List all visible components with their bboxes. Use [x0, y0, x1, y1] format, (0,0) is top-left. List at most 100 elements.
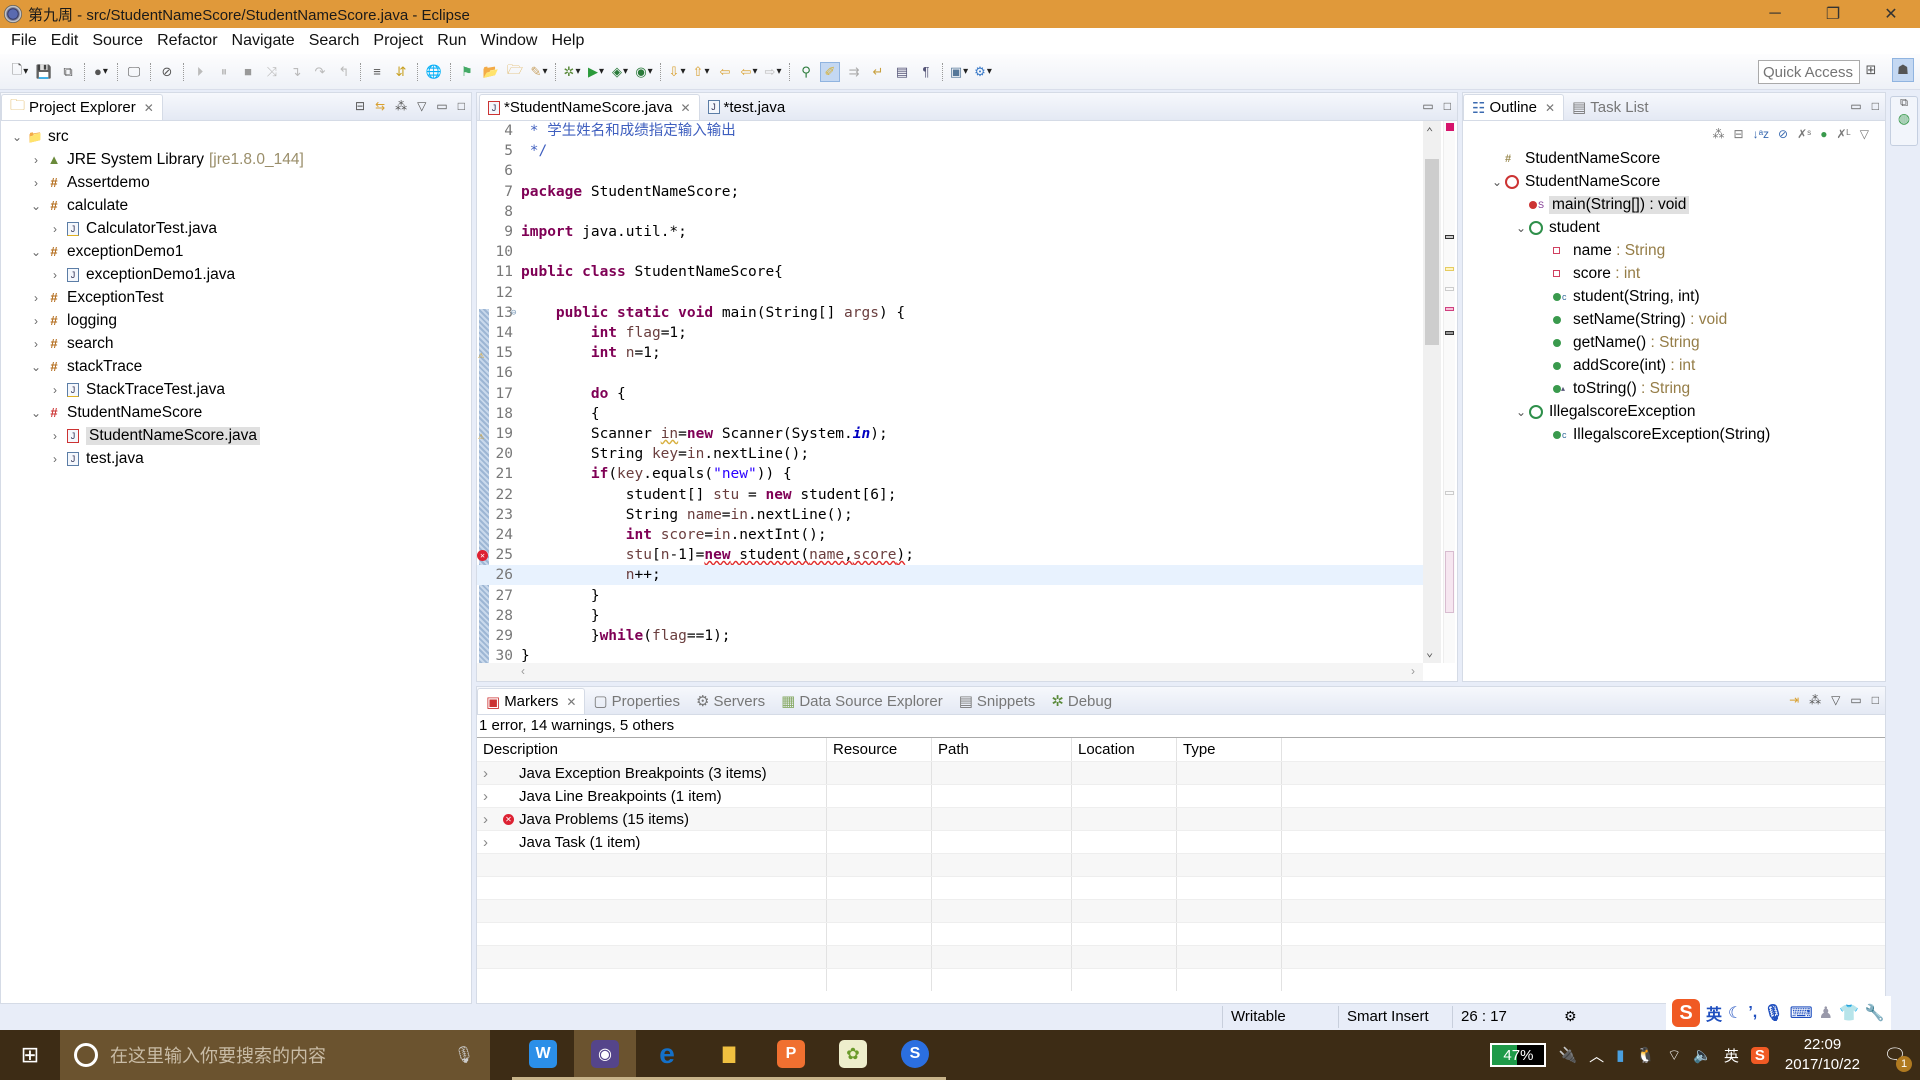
back-icon[interactable]: ⇦: [739, 62, 759, 82]
code-line[interactable]: 6: [477, 161, 1423, 181]
chevron-right-icon[interactable]: ›: [483, 834, 503, 851]
resume-icon[interactable]: ⏵: [190, 62, 210, 82]
ime-indicator[interactable]: 英: [1724, 1045, 1739, 1066]
outline-item[interactable]: ⌄ StudentNameScore: [1489, 170, 1885, 193]
collapse-all-icon[interactable]: ⊟: [1734, 127, 1744, 141]
pilcrow-icon[interactable]: ¶: [916, 62, 936, 82]
quick-access-input[interactable]: [1758, 60, 1860, 84]
chevron-right-icon[interactable]: ›: [28, 337, 44, 351]
progress-icon[interactable]: ⚙: [1564, 1008, 1577, 1025]
maximize-view-icon[interactable]: □: [1872, 99, 1879, 113]
sogou-logo-icon[interactable]: S: [1672, 999, 1700, 1027]
taskbar-app-wps-writer[interactable]: W: [512, 1030, 574, 1080]
close-tab-icon[interactable]: ✕: [566, 695, 576, 709]
filters-icon[interactable]: ⁂: [395, 99, 407, 113]
outline-item[interactable]: score : int: [1489, 262, 1885, 285]
outline-item[interactable]: # StudentNameScore: [1489, 147, 1885, 170]
save-all-icon[interactable]: ⧉: [58, 62, 78, 82]
code-line[interactable]: 19 ⚠ Scanner in=new Scanner(System.in);: [477, 424, 1423, 444]
marker-group-row[interactable]: › Java Line Breakpoints (1 item): [477, 784, 1885, 807]
code-line[interactable]: 28 }: [477, 606, 1423, 626]
run-config-icon[interactable]: ●: [91, 62, 111, 82]
mark-occurrences-icon[interactable]: ✐: [820, 61, 840, 82]
console-icon[interactable]: 🖵: [124, 62, 144, 82]
tree-item[interactable]: › J StackTraceTest.java: [1, 378, 471, 401]
moon-icon[interactable]: ☾: [1728, 1003, 1742, 1023]
error-marker-icon[interactable]: ✕: [477, 550, 488, 562]
filters-icon[interactable]: ⁂: [1809, 693, 1821, 707]
step-return-icon[interactable]: ↰: [334, 62, 354, 82]
outline-item[interactable]: setName(String) : void: [1489, 308, 1885, 331]
minimize-button[interactable]: ─: [1746, 0, 1804, 28]
hide-local-types-icon[interactable]: ✗ᴸ: [1836, 127, 1850, 141]
code-line[interactable]: 5 */: [477, 141, 1423, 161]
drop-to-frame-icon[interactable]: ⇵: [391, 62, 411, 82]
tab-project-explorer[interactable]: 🗀 Project Explorer ✕: [1, 94, 163, 120]
new-server-icon[interactable]: ▣: [949, 62, 969, 82]
close-tab-icon[interactable]: ✕: [680, 101, 690, 115]
suspend-icon[interactable]: ⏸: [214, 62, 234, 82]
step-over-icon[interactable]: ↷: [310, 62, 330, 82]
last-edit-location-icon[interactable]: ⇦: [715, 62, 735, 82]
show-whitespace-icon[interactable]: ▤: [892, 62, 912, 82]
sort-icon[interactable]: ↓ᵃz: [1753, 127, 1769, 141]
menu-edit[interactable]: Edit: [44, 32, 86, 50]
new-icon[interactable]: 🗋: [10, 62, 30, 82]
tree-item[interactable]: › # search: [1, 332, 471, 355]
tree-item[interactable]: › # logging: [1, 309, 471, 332]
menu-refactor[interactable]: Refactor: [150, 32, 224, 50]
minimize-view-icon[interactable]: ▭: [1422, 99, 1433, 113]
coverage-icon[interactable]: ◈: [610, 62, 630, 82]
code-line[interactable]: 24 int score=in.nextInt();: [477, 525, 1423, 545]
disconnect-icon[interactable]: ⤨: [262, 62, 282, 82]
chevron-right-icon[interactable]: ›: [28, 176, 44, 190]
code-line[interactable]: 21 if(key.equals("new")) {: [477, 464, 1423, 484]
forward-icon[interactable]: ⇨: [763, 62, 783, 82]
tab-task-list[interactable]: ▤ Task List: [1564, 94, 1657, 120]
filters-icon[interactable]: ⁂: [1713, 127, 1725, 141]
code-line[interactable]: 15 ⚠ int n=1;: [477, 343, 1423, 363]
code-line[interactable]: 30}: [477, 646, 1423, 663]
link-with-editor-icon[interactable]: ⇆: [375, 99, 385, 113]
taskbar-search-box[interactable]: 在这里输入你要搜索的内容 🎙: [60, 1030, 490, 1080]
chevron-right-icon[interactable]: ›: [47, 383, 63, 397]
code-line[interactable]: 16: [477, 363, 1423, 383]
chevron-down-icon[interactable]: ⌄: [28, 199, 44, 213]
code-line[interactable]: 20 String key=in.nextLine();: [477, 444, 1423, 464]
code-line[interactable]: 4 * 学生姓名和成绩指定输入输出: [477, 121, 1423, 141]
tab-properties[interactable]: ▢ Properties: [585, 688, 688, 714]
tree-item[interactable]: › JexceptionDemo1.java: [1, 263, 471, 286]
tree-item[interactable]: ⌄ # calculate: [1, 194, 471, 217]
marker-group-row[interactable]: › Java Exception Breakpoints (3 items): [477, 761, 1885, 784]
hide-static-icon[interactable]: ✗ˢ: [1797, 127, 1811, 141]
outline-item[interactable]: name : String: [1489, 239, 1885, 262]
close-button[interactable]: ✕: [1862, 0, 1920, 28]
new-spring-icon[interactable]: ⚙: [973, 62, 993, 82]
tree-item[interactable]: ⌄ # stackTrace: [1, 355, 471, 378]
tree-item[interactable]: › # Assertdemo: [1, 171, 471, 194]
maximize-view-icon[interactable]: □: [1872, 693, 1879, 707]
run-icon[interactable]: ▶: [586, 62, 606, 82]
globe-icon[interactable]: 🌐: [424, 62, 444, 82]
code-line[interactable]: 18 {: [477, 404, 1423, 424]
code-line[interactable]: 14 int flag=1;: [477, 323, 1423, 343]
taskbar-app-file-explorer[interactable]: ▇: [698, 1030, 760, 1080]
code-line[interactable]: 7 package StudentNameScore;: [477, 182, 1423, 202]
tree-item[interactable]: › J StudentNameScore.java: [1, 424, 471, 447]
menu-file[interactable]: File: [4, 32, 44, 50]
outline-item[interactable]: ⌄ IllegalscoreException: [1489, 400, 1885, 423]
chevron-right-icon[interactable]: ›: [47, 268, 63, 282]
wifi-icon[interactable]: ⌔: [1667, 1046, 1681, 1065]
chevron-right-icon[interactable]: ›: [28, 153, 44, 167]
code-line[interactable]: 22 student[] stu = new student[6];: [477, 485, 1423, 505]
code-line[interactable]: 23 String name=in.nextLine();: [477, 505, 1423, 525]
chevron-right-icon[interactable]: ›: [28, 314, 44, 328]
chevron-down-icon[interactable]: ⌄: [28, 245, 44, 259]
action-center-button[interactable]: 🗨 1: [1870, 1030, 1920, 1080]
code-line[interactable]: 12: [477, 283, 1423, 303]
chevron-right-icon[interactable]: ›: [47, 222, 63, 236]
tab-data-source-explorer[interactable]: ▦ Data Source Explorer: [773, 688, 951, 714]
outline-item[interactable]: c student(String, int): [1489, 285, 1885, 308]
view-menu-icon[interactable]: ▽: [1831, 693, 1840, 707]
use-step-filters-icon[interactable]: ≡: [367, 62, 387, 82]
